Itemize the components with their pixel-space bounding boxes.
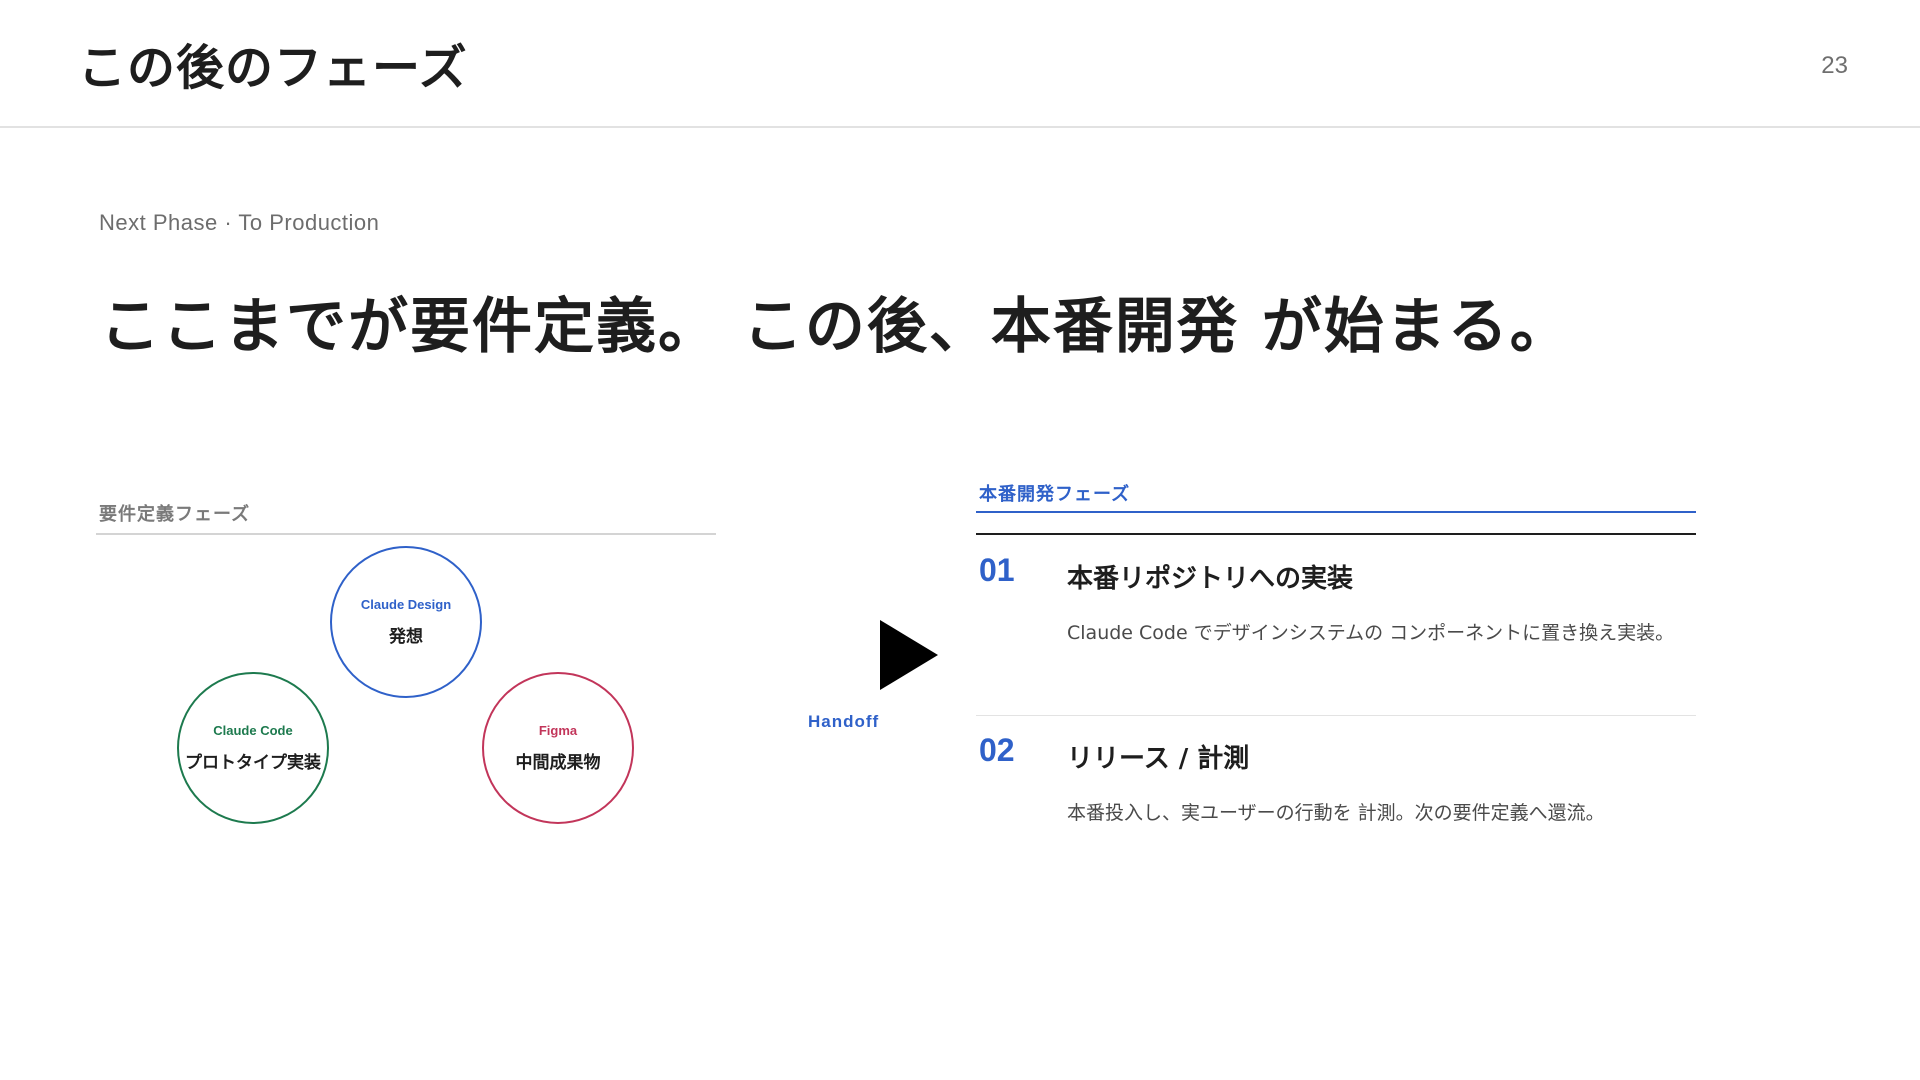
header-divider <box>0 126 1920 128</box>
circle-tool-label: Claude Design <box>360 597 452 612</box>
circle-tool-label: Claude Code <box>213 723 293 738</box>
step-number: 01 <box>979 552 1015 588</box>
circle-tool-label: Figma <box>538 723 578 738</box>
step-number: 02 <box>979 732 1015 768</box>
requirements-phase-divider <box>96 533 716 535</box>
claude-design-circle: Claude Design 発想 <box>330 546 482 698</box>
step-description: Claude Code でデザインシステムの コンポーネントに置き換え実装。 <box>1067 622 1675 644</box>
page-number: 23 <box>1821 52 1848 79</box>
step-description: 本番投入し、実ユーザーの行動を 計測。次の要件定義へ還流。 <box>1067 802 1605 824</box>
claude-code-circle: Claude Code プロトタイプ実装 <box>177 672 329 824</box>
step-divider <box>976 715 1696 716</box>
circle-role-label: プロトタイプ実装 <box>185 753 321 773</box>
page-title: この後のフェーズ <box>78 40 468 96</box>
production-phase-label: 本番開発フェーズ <box>979 484 1131 505</box>
handoff-label: Handoff <box>808 712 880 731</box>
play-arrow-icon <box>880 620 938 690</box>
slide: この後のフェーズ 23 Next Phase · To Production こ… <box>0 0 1920 1080</box>
step-title: リリース / 計測 <box>1067 744 1250 774</box>
production-phase-divider <box>976 533 1696 535</box>
circle-role-label: 発想 <box>389 627 423 647</box>
step-title: 本番リポジトリへの実装 <box>1067 564 1354 594</box>
figma-circle: Figma 中間成果物 <box>482 672 634 824</box>
headline: ここまでが要件定義。 この後、本番開発 が始まる。 <box>100 292 1572 362</box>
eyebrow-text: Next Phase · To Production <box>99 210 380 235</box>
production-phase-accent-rule <box>976 511 1696 513</box>
requirements-phase-label: 要件定義フェーズ <box>99 504 251 525</box>
circle-role-label: 中間成果物 <box>515 753 601 773</box>
